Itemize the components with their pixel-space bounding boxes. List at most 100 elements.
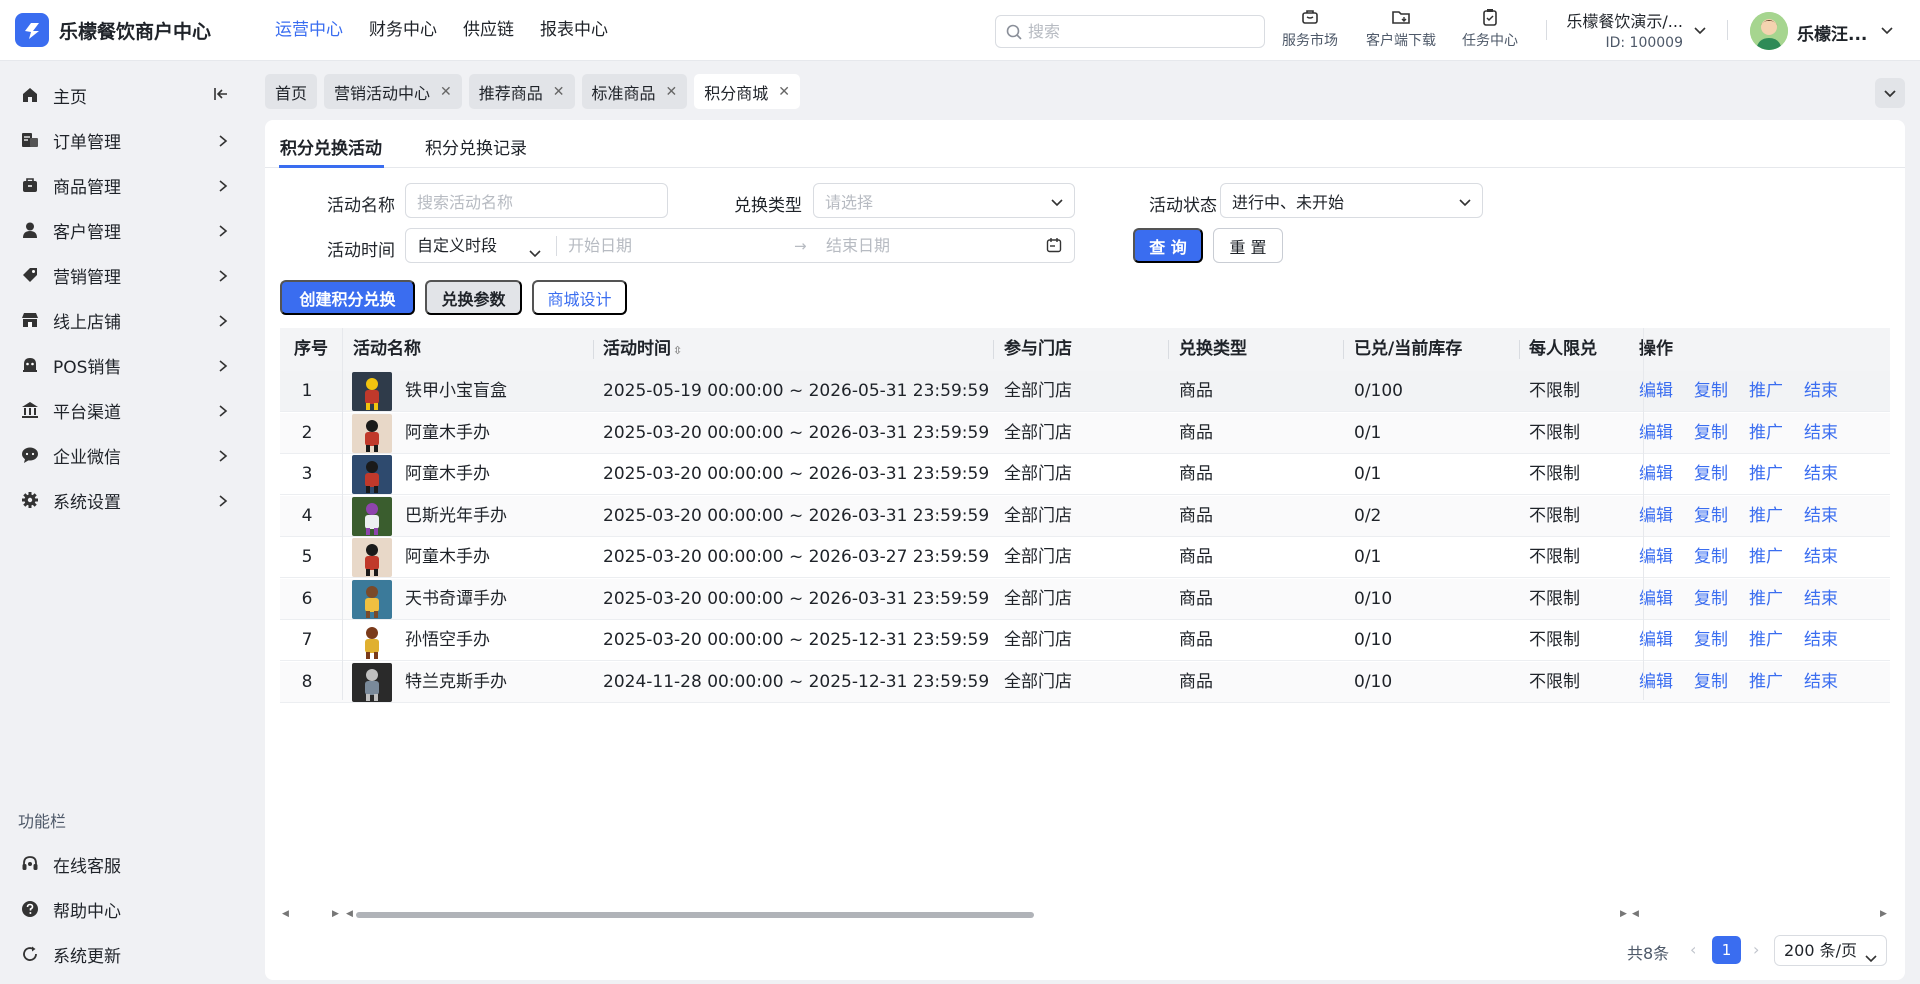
edit-link[interactable]: 编辑 <box>1639 496 1673 537</box>
end-link[interactable]: 结束 <box>1804 579 1838 620</box>
copy-link[interactable]: 复制 <box>1694 662 1728 703</box>
sidebar-item-settings[interactable]: 系统设置 <box>0 478 250 522</box>
client-download-button[interactable]: 客户端下载 <box>1361 8 1441 50</box>
time-mode-select[interactable]: 自定义时段 <box>406 229 556 262</box>
app-logo[interactable]: 乐檬餐饮商户中心 <box>15 13 211 47</box>
sidebar-item-online-support[interactable]: 在线客服 <box>0 842 250 886</box>
sidebar-item-pos-sales[interactable]: POS销售 <box>0 343 250 387</box>
tab-points-mall[interactable]: 积分商城 ✕ <box>694 74 801 109</box>
sidebar-item-home[interactable]: 主页 <box>0 73 250 117</box>
edit-link[interactable]: 编辑 <box>1639 579 1673 620</box>
search-input[interactable] <box>1028 22 1248 41</box>
promote-link[interactable]: 推广 <box>1749 496 1783 537</box>
horizontal-scrollbar[interactable]: ◀ ▶ ◀ ▶ ◀ ▶ <box>280 907 1890 921</box>
topnav-supply-chain[interactable]: 供应链 <box>450 0 527 61</box>
copy-link[interactable]: 复制 <box>1694 496 1728 537</box>
sort-icon[interactable]: ⇳ <box>673 344 682 357</box>
close-icon[interactable]: ✕ <box>553 84 565 100</box>
copy-link[interactable]: 复制 <box>1694 371 1728 412</box>
sidebar-item-goods[interactable]: 商品管理 <box>0 163 250 207</box>
tab-standard-goods[interactable]: 标准商品 ✕ <box>581 74 688 109</box>
tab-home[interactable]: 首页 <box>265 74 318 109</box>
copy-link[interactable]: 复制 <box>1694 579 1728 620</box>
end-link[interactable]: 结束 <box>1804 413 1838 454</box>
edit-link[interactable]: 编辑 <box>1639 413 1673 454</box>
activity-name-input[interactable]: 搜索活动名称 <box>405 183 668 218</box>
prev-page-icon[interactable]: ‹ <box>1690 940 1696 959</box>
chevron-down-icon[interactable] <box>1880 22 1894 42</box>
topnav-reports[interactable]: 报表中心 <box>527 0 621 61</box>
collapse-sidebar-icon[interactable] <box>212 85 230 108</box>
sidebar-item-online-shop[interactable]: 线上店铺 <box>0 298 250 342</box>
sidebar-item-platform-channels[interactable]: 平台渠道 <box>0 388 250 432</box>
topnav-operations[interactable]: 运营中心 <box>262 0 356 61</box>
edit-link[interactable]: 编辑 <box>1639 371 1673 412</box>
tab-recommended-goods[interactable]: 推荐商品 ✕ <box>468 74 575 109</box>
reset-button[interactable]: 重 置 <box>1213 228 1283 263</box>
end-link[interactable]: 结束 <box>1804 662 1838 703</box>
scrollbar-thumb[interactable] <box>356 912 1034 918</box>
sidebar-item-orders[interactable]: 订单管理 <box>0 118 250 162</box>
avatar[interactable] <box>1750 12 1788 50</box>
cell-stores: 全部门店 <box>1004 422 1072 443</box>
exchange-type-select[interactable]: 请选择 <box>813 183 1075 218</box>
end-date-input[interactable]: 结束日期 <box>826 229 1026 262</box>
copy-link[interactable]: 复制 <box>1694 413 1728 454</box>
task-center-button[interactable]: 任务中心 <box>1450 8 1530 50</box>
copy-link[interactable]: 复制 <box>1694 454 1728 495</box>
close-icon[interactable]: ✕ <box>778 84 790 100</box>
sidebar-item-marketing[interactable]: 营销管理 <box>0 253 250 297</box>
edit-link[interactable]: 编辑 <box>1639 662 1673 703</box>
col-header-time[interactable]: 活动时间 ⇳ <box>603 328 682 371</box>
end-link[interactable]: 结束 <box>1804 620 1838 661</box>
mall-design-link[interactable]: 商城设计 <box>532 280 627 315</box>
start-date-input[interactable]: 开始日期 <box>568 229 788 262</box>
tab-marketing-center[interactable]: 营销活动中心 ✕ <box>324 74 462 109</box>
sidebar-item-wecom[interactable]: 企业微信 <box>0 433 250 477</box>
end-link[interactable]: 结束 <box>1804 371 1838 412</box>
cell-index: 4 <box>301 505 313 526</box>
end-link[interactable]: 结束 <box>1804 496 1838 537</box>
sidebar-item-customers[interactable]: 客户管理 <box>0 208 250 252</box>
copy-link[interactable]: 复制 <box>1694 537 1728 578</box>
promote-link[interactable]: 推广 <box>1749 579 1783 620</box>
sidebar-item-system-update[interactable]: 系统更新 <box>0 932 250 976</box>
promote-link[interactable]: 推广 <box>1749 413 1783 454</box>
create-points-exchange-button[interactable]: 创建积分兑换 <box>280 280 415 315</box>
next-page-icon[interactable]: › <box>1753 940 1759 959</box>
end-link[interactable]: 结束 <box>1804 454 1838 495</box>
end-link[interactable]: 结束 <box>1804 537 1838 578</box>
chevron-down-icon[interactable] <box>1693 22 1707 42</box>
scroll-left-icon[interactable]: ◀ <box>282 909 289 919</box>
close-icon[interactable]: ✕ <box>666 84 678 100</box>
scroll-right-icon[interactable]: ▶ <box>1620 909 1627 919</box>
copy-link[interactable]: 复制 <box>1694 620 1728 661</box>
scroll-left-icon[interactable]: ◀ <box>346 909 353 919</box>
tab-exchange-activities[interactable]: 积分兑换活动 <box>280 134 382 159</box>
service-market-button[interactable]: 服务市场 <box>1270 8 1350 50</box>
store-switcher[interactable]: 乐檬餐饮演示/... ID: 100009 <box>1563 8 1683 51</box>
edit-link[interactable]: 编辑 <box>1639 537 1673 578</box>
promote-link[interactable]: 推广 <box>1749 662 1783 703</box>
topnav-finance[interactable]: 财务中心 <box>356 0 450 61</box>
promote-link[interactable]: 推广 <box>1749 537 1783 578</box>
query-button[interactable]: 查 询 <box>1133 228 1203 263</box>
promote-link[interactable]: 推广 <box>1749 371 1783 412</box>
scroll-right-icon[interactable]: ▶ <box>332 909 339 919</box>
tab-exchange-records[interactable]: 积分兑换记录 <box>425 134 527 159</box>
calendar-icon[interactable] <box>1046 237 1062 257</box>
edit-link[interactable]: 编辑 <box>1639 454 1673 495</box>
promote-link[interactable]: 推广 <box>1749 620 1783 661</box>
tabs-menu-button[interactable] <box>1875 78 1905 108</box>
exchange-params-button[interactable]: 兑换参数 <box>425 280 522 315</box>
page-number-current[interactable]: 1 <box>1712 936 1741 964</box>
activity-status-select[interactable]: 进行中、未开始 <box>1220 183 1483 218</box>
edit-link[interactable]: 编辑 <box>1639 620 1673 661</box>
promote-link[interactable]: 推广 <box>1749 454 1783 495</box>
scroll-right-icon[interactable]: ▶ <box>1880 909 1887 919</box>
page-size-select[interactable]: 200 条/页 <box>1774 935 1887 966</box>
close-icon[interactable]: ✕ <box>440 84 452 100</box>
sidebar-item-help-center[interactable]: 帮助中心 <box>0 887 250 931</box>
user-name[interactable]: 乐檬汪... <box>1797 20 1867 45</box>
scroll-left-icon[interactable]: ◀ <box>1632 909 1639 919</box>
